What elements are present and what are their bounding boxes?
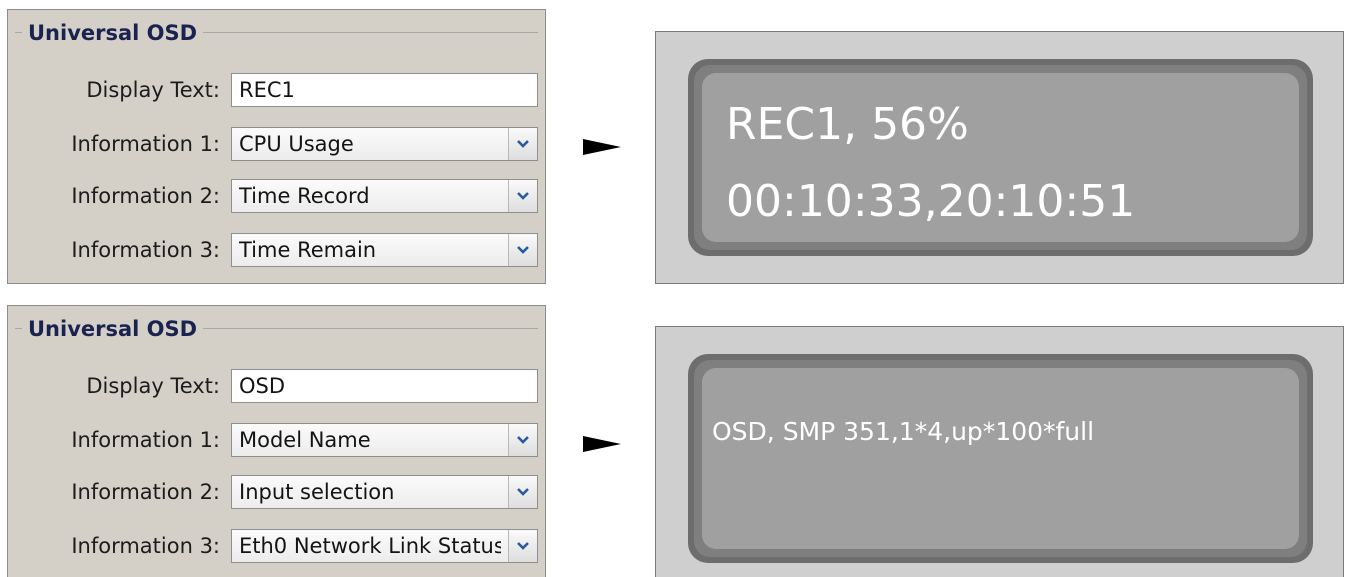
display-text-row: Display Text: OSD [8, 368, 547, 404]
chevron-down-icon[interactable] [508, 234, 537, 266]
osd-screen-frame: OSD, SMP 351,1*4,up*100*full [688, 354, 1313, 563]
information-1-label: Information 1: [71, 132, 220, 156]
information-1-row: Information 1: CPU Usage [8, 126, 547, 162]
information-2-label: Information 2: [71, 480, 220, 504]
information-3-value: Time Remain [239, 238, 377, 262]
chevron-down-icon[interactable] [508, 424, 537, 456]
display-text-label: Display Text: [86, 78, 220, 102]
information-2-row: Information 2: Time Record [8, 178, 547, 214]
display-text-row: Display Text: REC1 [8, 72, 547, 108]
information-1-row: Information 1: Model Name [8, 422, 547, 458]
chevron-down-icon[interactable] [508, 180, 537, 212]
osd-preview-1: REC1, 56% 00:10:33,20:10:51 [655, 31, 1344, 284]
information-1-value: CPU Usage [239, 132, 354, 156]
information-3-row: Information 3: Time Remain [8, 232, 547, 268]
universal-osd-panel-1: Universal OSD Display Text: REC1 Informa… [7, 9, 546, 284]
display-text-label: Display Text: [86, 374, 220, 398]
universal-osd-panel-2: Universal OSD Display Text: OSD Informat… [7, 305, 546, 577]
information-2-value: Time Record [239, 184, 370, 208]
display-text-input[interactable]: OSD [231, 369, 538, 403]
osd-line-2: 00:10:33,20:10:51 [726, 176, 1136, 227]
information-3-value: Eth0 Network Link Status [239, 534, 501, 558]
arrow-right-icon [583, 139, 621, 155]
display-text-input[interactable]: REC1 [231, 73, 538, 107]
information-2-select[interactable]: Input selection [231, 475, 538, 509]
osd-line-1: OSD, SMP 351,1*4,up*100*full [712, 417, 1095, 446]
osd-line-1: REC1, 56% [726, 99, 969, 150]
osd-preview-2: OSD, SMP 351,1*4,up*100*full [655, 326, 1344, 577]
osd-screen: REC1, 56% 00:10:33,20:10:51 [702, 73, 1299, 242]
information-1-select[interactable]: CPU Usage [231, 127, 538, 161]
information-2-value: Input selection [239, 480, 395, 504]
chevron-down-icon[interactable] [508, 128, 537, 160]
information-1-select[interactable]: Model Name [231, 423, 538, 457]
chevron-down-icon[interactable] [508, 530, 537, 562]
information-3-label: Information 3: [71, 534, 220, 558]
panel-legend: Universal OSD [22, 316, 204, 342]
osd-screen-bezel: REC1, 56% 00:10:33,20:10:51 [694, 65, 1307, 250]
osd-screen: OSD, SMP 351,1*4,up*100*full [702, 368, 1299, 549]
information-3-select[interactable]: Eth0 Network Link Status [231, 529, 538, 563]
osd-screen-bezel: OSD, SMP 351,1*4,up*100*full [694, 360, 1307, 557]
information-2-label: Information 2: [71, 184, 220, 208]
information-3-row: Information 3: Eth0 Network Link Status [8, 528, 547, 564]
information-3-select[interactable]: Time Remain [231, 233, 538, 267]
information-1-label: Information 1: [71, 428, 220, 452]
panel-legend: Universal OSD [22, 20, 204, 46]
osd-screen-frame: REC1, 56% 00:10:33,20:10:51 [688, 59, 1313, 256]
arrow-right-icon [583, 436, 621, 452]
information-3-label: Information 3: [71, 238, 220, 262]
information-2-row: Information 2: Input selection [8, 474, 547, 510]
chevron-down-icon[interactable] [508, 476, 537, 508]
information-2-select[interactable]: Time Record [231, 179, 538, 213]
information-1-value: Model Name [239, 428, 371, 452]
